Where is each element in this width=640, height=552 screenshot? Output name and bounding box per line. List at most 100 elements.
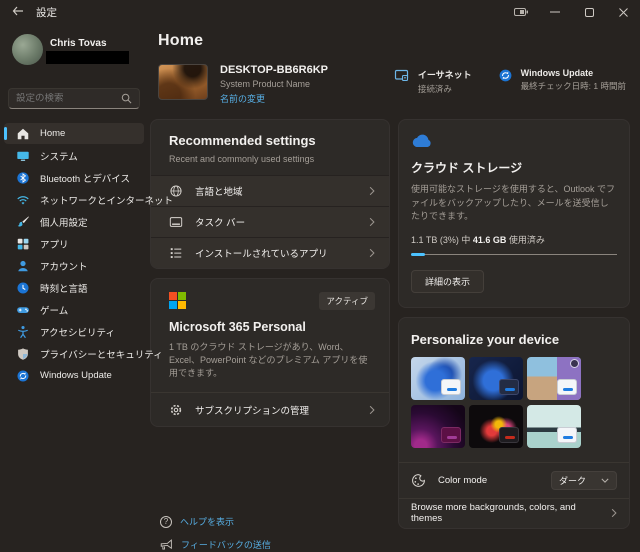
maximize-icon bbox=[585, 8, 594, 17]
sidebar-nav: Home システム Bluetooth とデバイス ネットワークとインターネット… bbox=[0, 119, 148, 386]
m365-description: 1 TB のクラウド ストレージがあり、Word、Excel、PowerPoin… bbox=[151, 334, 389, 392]
windows-update-title: Windows Update bbox=[521, 68, 626, 78]
get-help-label: ヘルプを表示 bbox=[180, 515, 234, 528]
cloud-storage-title: クラウド ストレージ bbox=[411, 159, 617, 176]
sidebar-item-network-internet[interactable]: ネットワークとインターネット bbox=[4, 189, 144, 210]
sidebar-item-apps[interactable]: アプリ bbox=[4, 233, 144, 254]
battery-icon bbox=[504, 0, 538, 24]
windows-update-status[interactable]: Windows Update 最終チェック日時: 1 時間前 bbox=[498, 68, 626, 95]
theme-thumbnail-bloom-dark[interactable] bbox=[469, 357, 523, 400]
redacted-email bbox=[46, 51, 129, 64]
close-icon bbox=[619, 8, 628, 17]
privacy-shield-icon bbox=[15, 346, 30, 361]
home-icon bbox=[15, 126, 30, 141]
gear-icon bbox=[169, 403, 183, 417]
setting-row-label: 言語と地域 bbox=[195, 184, 357, 198]
back-button[interactable] bbox=[10, 5, 26, 19]
setting-row-label: インストールされているアプリ bbox=[195, 246, 357, 260]
minimize-button[interactable] bbox=[538, 0, 572, 24]
titlebar: 設定 bbox=[0, 0, 640, 24]
manage-subscription-label: サブスクリプションの管理 bbox=[195, 403, 357, 417]
maximize-button[interactable] bbox=[572, 0, 606, 24]
back-arrow-icon bbox=[12, 6, 24, 16]
color-mode-row: Color mode ダーク bbox=[399, 462, 629, 498]
sidebar-item-privacy-security[interactable]: プライバシーとセキュリティ bbox=[4, 343, 144, 364]
view-details-button[interactable]: 詳細の表示 bbox=[411, 270, 484, 293]
microsoft-365-card: アクティブ Microsoft 365 Personal 1 TB のクラウド … bbox=[150, 278, 390, 427]
setting-row-language-region[interactable]: 言語と地域 bbox=[151, 175, 389, 206]
sidebar-item-label: ゲーム bbox=[40, 303, 68, 317]
sidebar-item-accessibility[interactable]: アクセシビリティ bbox=[4, 321, 144, 342]
recommended-subtitle: Recent and commonly used settings bbox=[169, 154, 371, 164]
setting-row-taskbar[interactable]: タスク バー bbox=[151, 206, 389, 237]
search-input[interactable] bbox=[16, 93, 121, 104]
ethernet-icon bbox=[394, 68, 410, 84]
system-icon bbox=[15, 148, 30, 163]
apps-icon bbox=[15, 236, 30, 251]
accounts-icon bbox=[15, 258, 30, 273]
sidebar-item-personalization[interactable]: 個人用設定 bbox=[4, 211, 144, 232]
ethernet-status[interactable]: イーサネット 接続済み bbox=[394, 68, 472, 95]
color-mode-dropdown[interactable]: ダーク bbox=[551, 471, 617, 490]
sidebar-item-label: システム bbox=[40, 149, 78, 163]
browse-themes-label: Browse more backgrounds, colors, and the… bbox=[411, 502, 599, 524]
sidebar-item-gaming[interactable]: ゲーム bbox=[4, 299, 144, 320]
rename-device-link[interactable]: 名前の変更 bbox=[220, 92, 328, 105]
get-help-link[interactable]: ? ヘルプを表示 bbox=[160, 515, 390, 528]
sidebar-item-label: 個人用設定 bbox=[40, 215, 88, 229]
theme-badge-icon bbox=[570, 359, 579, 368]
app-title: 設定 bbox=[36, 5, 57, 20]
accessibility-icon bbox=[15, 324, 30, 339]
sidebar-item-label: Home bbox=[40, 128, 65, 139]
device-header: DESKTOP-BB6R6KP System Product Name 名前の変… bbox=[158, 64, 630, 105]
theme-thumbnail-photo[interactable] bbox=[527, 357, 581, 400]
sidebar-item-label: プライバシーとセキュリティ bbox=[40, 347, 163, 361]
feedback-megaphone-icon bbox=[160, 539, 173, 551]
sidebar-item-label: アクセシビリティ bbox=[40, 325, 115, 339]
device-wallpaper-thumbnail bbox=[158, 64, 208, 100]
theme-thumbnail-glow-purple[interactable] bbox=[411, 405, 465, 448]
taskbar-icon bbox=[169, 215, 183, 229]
device-name: DESKTOP-BB6R6KP bbox=[220, 64, 328, 76]
theme-thumbnail-abstract-dark[interactable] bbox=[469, 405, 523, 448]
theme-thumbnail-landscape-light[interactable] bbox=[527, 405, 581, 448]
cloud-storage-card: クラウド ストレージ 使用可能なストレージを使用すると、Outlook でファイ… bbox=[398, 119, 630, 308]
browse-themes-row[interactable]: Browse more backgrounds, colors, and the… bbox=[399, 498, 629, 528]
network-icon bbox=[15, 192, 30, 207]
help-icon: ? bbox=[160, 516, 172, 528]
send-feedback-link[interactable]: フィードバックの送信 bbox=[160, 538, 390, 551]
sidebar-item-label: アカウント bbox=[40, 259, 88, 273]
cloud-icon bbox=[411, 132, 433, 148]
sidebar-item-bluetooth-devices[interactable]: Bluetooth とデバイス bbox=[4, 167, 144, 188]
sidebar-item-label: ネットワークとインターネット bbox=[40, 193, 173, 207]
device-model: System Product Name bbox=[220, 79, 328, 89]
sidebar-item-label: 時刻と言語 bbox=[40, 281, 88, 295]
theme-thumbnails bbox=[399, 347, 629, 462]
color-mode-label: Color mode bbox=[438, 475, 539, 486]
recommended-title: Recommended settings bbox=[169, 133, 371, 148]
setting-row-installed-apps[interactable]: インストールされているアプリ bbox=[151, 237, 389, 268]
close-button[interactable] bbox=[606, 0, 640, 24]
chevron-right-icon bbox=[369, 217, 375, 227]
chevron-right-icon bbox=[369, 248, 375, 258]
sidebar-item-home[interactable]: Home bbox=[4, 123, 144, 144]
bluetooth-icon bbox=[15, 170, 30, 185]
sidebar-item-label: Windows Update bbox=[40, 370, 112, 381]
sidebar-item-system[interactable]: システム bbox=[4, 145, 144, 166]
gaming-icon bbox=[15, 302, 30, 317]
storage-progress-bar bbox=[411, 253, 617, 256]
color-mode-value: ダーク bbox=[559, 474, 595, 487]
manage-subscription-row[interactable]: サブスクリプションの管理 bbox=[151, 392, 389, 426]
sidebar-item-time-language[interactable]: 時刻と言語 bbox=[4, 277, 144, 298]
color-mode-icon bbox=[411, 473, 426, 488]
windows-update-icon bbox=[15, 368, 30, 383]
user-profile[interactable]: Chris Tovas bbox=[8, 34, 142, 74]
settings-search[interactable] bbox=[8, 88, 140, 109]
theme-thumbnail-bloom-light[interactable] bbox=[411, 357, 465, 400]
storage-usage-text: 1.1 TB (3%) 中 41.6 GB 使用済み bbox=[411, 233, 617, 246]
sidebar-item-accounts[interactable]: アカウント bbox=[4, 255, 144, 276]
chevron-right-icon bbox=[611, 508, 617, 518]
minimize-icon bbox=[550, 11, 560, 13]
sidebar-item-windows-update[interactable]: Windows Update bbox=[4, 365, 144, 386]
ethernet-substatus: 接続済み bbox=[418, 83, 472, 95]
